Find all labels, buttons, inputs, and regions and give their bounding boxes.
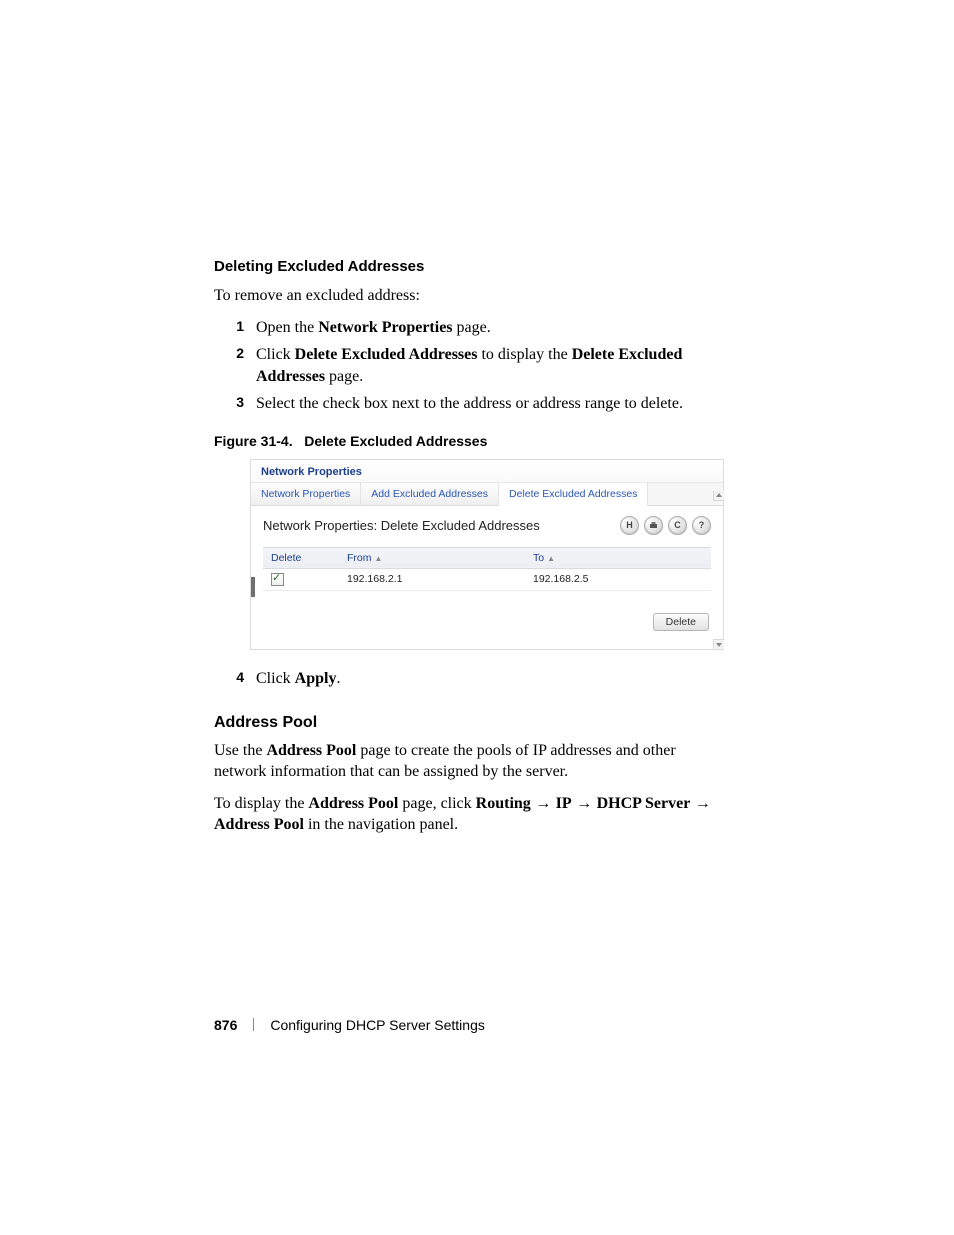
scrollbar-thumb[interactable] xyxy=(251,577,255,597)
cell-to: 192.168.2.5 xyxy=(525,568,711,590)
step-3: 3 Select the check box next to the addre… xyxy=(214,393,724,415)
panel-title: Network Properties xyxy=(251,460,723,483)
step-num: 4 xyxy=(214,668,256,690)
bold: Routing xyxy=(476,795,531,812)
step-1: 1 Open the Network Properties page. xyxy=(214,317,724,339)
step-4: 4 Click Apply. xyxy=(214,668,724,690)
page-footer: 876 Configuring DHCP Server Settings xyxy=(214,1017,485,1033)
bold: Address Pool xyxy=(308,795,398,812)
checkbox-icon[interactable] xyxy=(271,573,284,586)
figure-title: Delete Excluded Addresses xyxy=(304,433,487,449)
tab-add-excluded[interactable]: Add Excluded Addresses xyxy=(361,483,499,505)
col-to[interactable]: To▲ xyxy=(525,547,711,568)
table-header-row: Delete From▲ To▲ xyxy=(263,547,711,568)
save-icon[interactable]: H xyxy=(620,516,639,535)
text: . xyxy=(336,670,340,687)
page-number: 876 xyxy=(214,1017,237,1033)
step-body: Select the check box next to the address… xyxy=(256,393,683,415)
col-from[interactable]: From▲ xyxy=(339,547,525,568)
arrow-icon: → xyxy=(572,795,597,812)
intro-line: To remove an excluded address: xyxy=(214,285,724,307)
panel-subheading: Network Properties: Delete Excluded Addr… xyxy=(263,518,540,533)
text: To display the xyxy=(214,795,308,812)
cell-from: 192.168.2.1 xyxy=(339,568,525,590)
arrow-icon: → xyxy=(531,795,556,812)
sort-icon: ▲ xyxy=(375,554,383,563)
tab-bar: Network Properties Add Excluded Addresse… xyxy=(251,483,723,506)
toolbar-icons: H C ? xyxy=(620,516,711,535)
address-pool-para-2: To display the Address Pool page, click … xyxy=(214,793,724,836)
text: Click xyxy=(256,670,295,687)
table-row: 192.168.2.1 192.168.2.5 xyxy=(263,568,711,590)
text: Use the xyxy=(214,742,266,759)
arrow-icon: → xyxy=(690,795,710,812)
bold: Network Properties xyxy=(318,319,452,336)
cell-delete-checkbox[interactable] xyxy=(263,568,339,590)
separator xyxy=(253,1018,254,1031)
step-body: Open the Network Properties page. xyxy=(256,317,491,339)
bold: DHCP Server xyxy=(597,795,691,812)
col-delete[interactable]: Delete xyxy=(263,547,339,568)
text: page, click xyxy=(398,795,475,812)
excluded-addresses-table: Delete From▲ To▲ 192.168.2.1 192.168.2.5 xyxy=(263,547,711,591)
bold: Apply xyxy=(295,670,337,687)
bold: Address Pool xyxy=(266,742,356,759)
scroll-up-icon[interactable] xyxy=(713,491,724,501)
steps-list: 1 Open the Network Properties page. 2 Cl… xyxy=(214,317,724,415)
bold: IP xyxy=(556,795,572,812)
steps-list-2: 4 Click Apply. xyxy=(214,668,724,690)
text: page. xyxy=(453,319,491,336)
refresh-icon[interactable]: C xyxy=(668,516,687,535)
heading-deleting-excluded: Deleting Excluded Addresses xyxy=(214,258,724,275)
step-2: 2 Click Delete Excluded Addresses to dis… xyxy=(214,344,724,387)
heading-address-pool: Address Pool xyxy=(214,714,724,732)
delete-button[interactable]: Delete xyxy=(653,613,709,631)
print-icon[interactable] xyxy=(644,516,663,535)
sort-icon: ▲ xyxy=(547,554,555,563)
col-from-label: From xyxy=(347,552,372,564)
step-body: Click Apply. xyxy=(256,668,340,690)
text: to display the xyxy=(477,346,571,363)
bold: Address Pool xyxy=(214,816,304,833)
step-num: 2 xyxy=(214,344,256,387)
step-body: Click Delete Excluded Addresses to displ… xyxy=(256,344,724,387)
text: in the navigation panel. xyxy=(304,816,458,833)
text: page. xyxy=(325,368,363,385)
figure-caption: Figure 31-4. Delete Excluded Addresses xyxy=(214,433,724,449)
address-pool-para-1: Use the Address Pool page to create the … xyxy=(214,740,724,783)
footer-chapter-title: Configuring DHCP Server Settings xyxy=(270,1017,485,1033)
tab-network-properties[interactable]: Network Properties xyxy=(251,483,361,505)
tab-delete-excluded[interactable]: Delete Excluded Addresses xyxy=(499,483,648,506)
text: Click xyxy=(256,346,295,363)
step-num: 1 xyxy=(214,317,256,339)
text: Open the xyxy=(256,319,318,336)
screenshot-delete-excluded: Network Properties Network Properties Ad… xyxy=(250,459,724,650)
figure-number: Figure 31-4. xyxy=(214,433,293,449)
text: Select the check box next to the address… xyxy=(256,395,683,412)
col-to-label: To xyxy=(533,552,544,564)
help-icon[interactable]: ? xyxy=(692,516,711,535)
bold: Delete Excluded Addresses xyxy=(295,346,478,363)
step-num: 3 xyxy=(214,393,256,415)
